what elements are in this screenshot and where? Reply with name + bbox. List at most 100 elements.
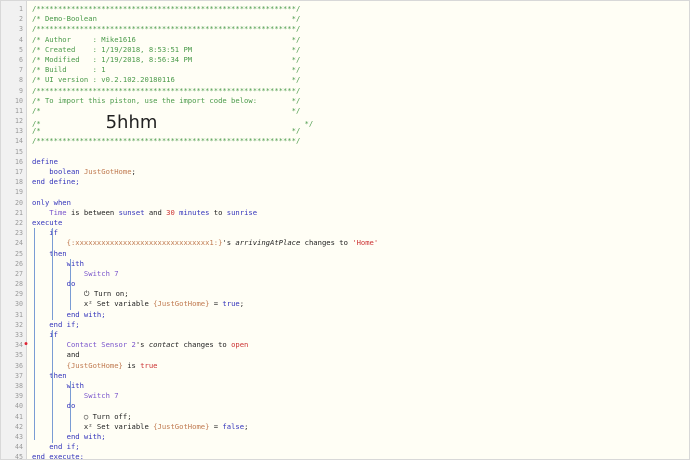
code-token: Contact Sensor 2 [32,340,136,350]
code-line: 36 {JustGotHome} is true [1,361,689,371]
line-number: 16 [15,157,23,166]
line-number: 41 [15,412,23,421]
line-number: 40 [15,402,23,411]
code-line: 30 x² Set variable {JustGotHome} = true; [1,299,689,309]
code-line: 28 do [1,279,689,289]
code-text: then [32,249,66,259]
code-line: 16 define [1,157,689,167]
line-number: 29 [15,290,23,299]
code-line: 43 end with; [1,431,689,442]
line-number: 30 [15,300,23,309]
breakpoint-marker: ● [24,341,28,347]
code-line: 1 /**************************************… [1,4,689,14]
code-line: 4 /* Author : Mike1616 */ [1,34,689,45]
line-number: 25 [15,249,23,258]
code-token: 'Home' [352,238,379,248]
code-text: end if; [32,320,79,330]
line-number: 31 [15,310,23,319]
code-token: minutes [174,207,210,217]
code-text: if [32,228,58,238]
code-token: 's [135,340,149,350]
line-number: 11 [15,106,23,115]
code-text: /* */ [32,126,300,136]
code-text: ◯ Turn off; [32,412,132,422]
code-line: 7 /* Build : 1 */ [1,65,689,75]
code-token: x² Set variable [32,421,154,431]
code-text: {:xxxxxxxxxxxxxxxxxxxxxxxxxxxxxxx1:}'s a… [32,238,379,248]
line-number: 13 [15,127,23,136]
code-token: and [32,350,80,360]
code-line: 38 with [1,381,689,391]
code-line: 45 end execute; [1,452,689,460]
code-text: boolean JustGotHome; [32,167,136,177]
code-token: boolean [32,167,84,176]
if-block-guide [52,330,53,443]
code-text: with [32,381,84,391]
code-token: to [209,207,227,217]
code-line: 34 Contact Sensor 2's contact changes to… [1,340,689,350]
code-line: 15 [1,147,689,157]
line-number: 19 [15,188,23,197]
code-token: execute [32,217,63,227]
line-number: 36 [15,361,23,370]
code-text: /* */ [32,106,300,116]
code-text: with [32,259,84,269]
code-text: /***************************************… [32,4,300,14]
with-block-guide [70,381,71,432]
code-token: arrivingAtPlace [235,238,301,248]
code-text: and [32,350,80,360]
code-token: Switch 7 [32,391,119,401]
line-number: 5 [19,45,23,54]
line-number: 9 [19,86,23,95]
code-line: 31 end with; [1,309,689,320]
code-token: only when [32,197,71,207]
code-token: with [32,258,84,268]
line-number: 12 [15,117,23,126]
code-text: x² Set variable {JustGotHome} = false; [32,422,248,432]
code-token: end define; [32,177,80,187]
line-number: 4 [19,35,23,44]
code-line: 33 if [1,330,689,340]
line-number: 24 [15,239,23,248]
code-token: /* Author : Mike1616 */ [32,34,301,44]
code-token: /***************************************… [32,24,301,34]
code-token: ; [239,299,245,309]
code-token: /* UI version : v0.2.102.20180116 */ [32,75,301,85]
code-token: end with; [32,309,106,319]
code-text: end if; [32,442,80,452]
line-number: 2 [19,15,23,24]
line-number: 14 [15,137,23,146]
code-token: false [222,421,245,431]
code-line: 21 Time is between sunset and 30 minutes… [1,207,689,218]
code-text: x² Set variable {JustGotHome} = true; [32,299,244,309]
line-number: 37 [15,371,23,380]
code-line: 12/* 5hhm */ [1,114,689,132]
code-token: {JustGotHome} [153,299,210,309]
line-number: 10 [15,96,23,105]
code-lines: 1 /**************************************… [1,4,689,460]
code-token: /* Demo-Boolean */ [32,14,301,24]
code-token: /* Created : 1/19/2018, 8:53:51 PM */ [32,44,301,54]
code-line: 40 do [1,401,689,411]
code-text: do [32,279,76,289]
code-editor[interactable]: 1 /**************************************… [0,0,690,460]
code-line: 10 /* To import this piston, use the impo… [1,95,689,106]
code-text: /* Created : 1/19/2018, 8:53:51 PM */ [32,45,300,55]
line-number: 38 [15,381,23,390]
code-token: /* To import this piston, use the import… [32,95,301,105]
code-line: 44 end if; [1,442,689,452]
code-text: {JustGotHome} is true [32,361,158,371]
code-line: 2 /* Demo-Boolean */ [1,14,689,24]
line-number: 33 [15,331,23,339]
code-text: do [32,401,76,411]
code-token: sunrise [226,207,258,217]
code-token: end if; [32,442,80,452]
line-number: 1 [19,5,23,13]
code-token: end with; [32,431,106,441]
line-number: 32 [15,320,23,329]
code-text: /* UI version : v0.2.102.20180116 */ [32,75,300,85]
code-line: 13 /* */ [1,126,689,136]
line-number: 45 [15,453,23,460]
code-text: /***************************************… [32,86,300,96]
code-token: 30 [166,207,175,217]
